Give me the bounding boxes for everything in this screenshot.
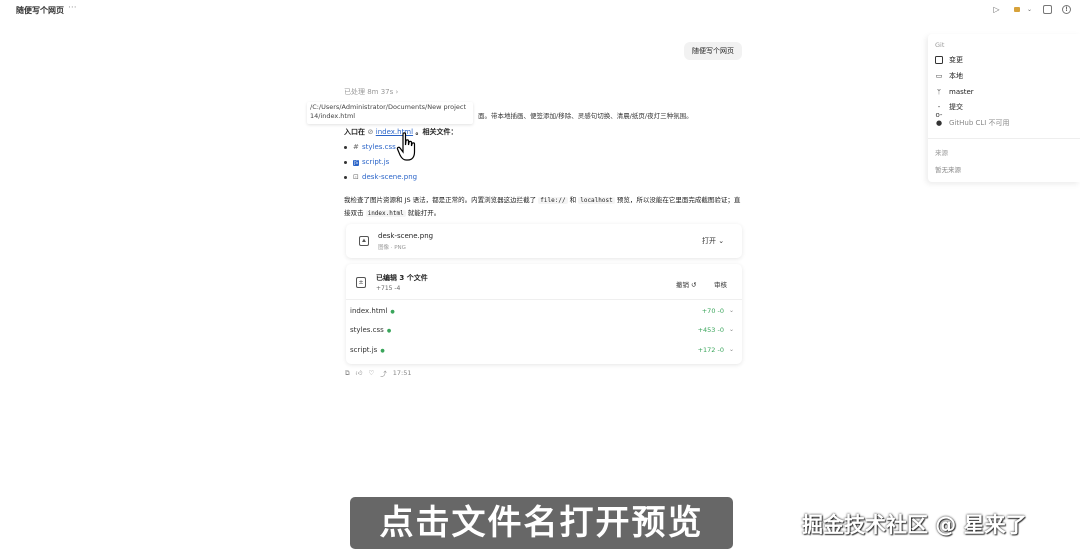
edited-file-name: index.html xyxy=(350,307,388,315)
bullet xyxy=(344,160,347,164)
git-local-label: 本地 xyxy=(949,72,963,80)
review-button[interactable]: 审核 xyxy=(714,279,727,289)
window-title: 随便写个网页 xyxy=(16,6,64,15)
git-changes-item[interactable]: 变更 xyxy=(935,54,963,66)
git-commit-item[interactable]: -o- 提交 xyxy=(935,101,963,119)
hash-icon: # xyxy=(353,143,359,151)
js-file-icon: JS xyxy=(353,160,359,166)
file-name: desk-scene.png xyxy=(362,173,418,181)
inline-code-localhost: localhost xyxy=(578,197,615,204)
panel-divider xyxy=(928,138,1080,139)
chevron-down-icon[interactable]: ⌄ xyxy=(729,346,734,353)
laptop-icon: ▭ xyxy=(935,72,943,80)
path-line-1: /C:/Users/Administrator/Documents/New pr… xyxy=(310,103,467,111)
edited-files-title: 已编辑 3 个文件 xyxy=(376,274,428,282)
modified-dot-icon: ● xyxy=(390,309,395,315)
assistant-paragraph: 我检查了图片资源和 JS 语法，都是正常的。内置浏览器这边拦截了 file://… xyxy=(344,194,744,220)
open-button[interactable]: 打开 ⌄ xyxy=(702,236,724,246)
video-subtitle: 点击文件名打开预览 xyxy=(350,497,733,549)
card-divider xyxy=(346,299,742,300)
edited-file-name: styles.css xyxy=(350,326,384,334)
edited-file-row[interactable]: script.js ● +172 -0 ⌄ xyxy=(350,346,734,358)
file-link-script-js[interactable]: JS script.js xyxy=(344,158,389,166)
share-icon[interactable]: ⤴ xyxy=(380,368,387,378)
git-section-label: Git xyxy=(935,41,945,49)
chevron-down-icon[interactable]: ⌄ xyxy=(729,326,734,333)
edited-files-card: ± 已编辑 3 个文件 +715 -4 撤销 ↺ 审核 index.html ● … xyxy=(346,264,742,364)
folder-icon[interactable] xyxy=(1014,7,1020,12)
github-cli-item: ● GitHub CLI 不可用 xyxy=(935,117,1010,129)
edited-file-row[interactable]: styles.css ● +453 -0 ⌄ xyxy=(350,326,734,338)
link-icon: ⊘ xyxy=(367,128,376,136)
watermark: 掘金技术社区 @ 星来了 xyxy=(802,513,1027,537)
path-tooltip: /C:/Users/Administrator/Documents/New pr… xyxy=(307,102,473,124)
branch-icon: ᛘ xyxy=(936,88,942,96)
git-panel: Git 变更 ▭ 本地 ᛘ master -o- 提交 ● GitHub CLI… xyxy=(928,34,1080,182)
chevron-down-icon[interactable]: ⌄ xyxy=(729,307,734,314)
diff-stat: +70 -0 xyxy=(701,307,724,315)
undo-button[interactable]: 撤销 ↺ xyxy=(676,279,697,289)
modified-dot-icon: ● xyxy=(380,348,385,354)
play-icon[interactable]: ▷ xyxy=(992,5,1001,14)
modified-dot-icon: ● xyxy=(386,328,392,334)
processed-time-toggle[interactable]: 已处理 8m 37s › xyxy=(344,87,398,97)
bullet xyxy=(344,175,347,179)
thumbs-up-icon[interactable]: 👍︎ xyxy=(356,369,363,377)
file-name: styles.css xyxy=(362,143,396,151)
entry-suffix: 。相关文件： xyxy=(415,128,458,136)
image-icon: ⛰ xyxy=(359,236,369,246)
diff-stat: +172 -0 xyxy=(697,346,724,354)
para-text-1: 我检查了图片资源和 JS 语法，都是正常的。内置浏览器这边拦截了 xyxy=(344,196,537,204)
github-cli-label: GitHub CLI 不可用 xyxy=(949,119,1010,127)
github-icon: ● xyxy=(935,119,943,127)
file-link-styles-css[interactable]: # styles.css xyxy=(344,143,396,151)
user-message-bubble: 随便写个网页 xyxy=(684,42,742,60)
hand-cursor-icon xyxy=(396,132,416,161)
source-section-label: 来源 xyxy=(935,149,948,157)
thumbs-down-icon[interactable]: ♡ xyxy=(368,369,374,377)
path-line-2: 14/index.html xyxy=(310,112,356,120)
entry-prefix: 入口在 xyxy=(344,128,365,136)
panel-toggle-icon[interactable] xyxy=(1043,5,1052,14)
changes-icon xyxy=(935,56,943,64)
intro-text: 面。带本地插画、便签添加/移除、灵感句切换、清晨/纸页/夜灯三种氛围。 xyxy=(478,112,693,120)
inline-code-file: file:// xyxy=(538,197,568,204)
edited-file-row[interactable]: index.html ● +70 -0 ⌄ xyxy=(350,307,734,319)
more-options-button[interactable]: ··· xyxy=(68,3,77,13)
diff-stat: +453 -0 xyxy=(697,326,724,334)
git-local-item[interactable]: ▭ 本地 xyxy=(935,70,963,82)
git-commit-label: 提交 xyxy=(949,103,963,111)
copy-icon[interactable]: ⧉ xyxy=(345,369,350,378)
message-time: 17:51 xyxy=(392,369,412,377)
message-actions: ⧉ 👍︎ ♡ ⤴ 17:51 xyxy=(345,368,418,379)
no-source-text: 暂无来源 xyxy=(935,166,961,174)
inline-code-index: index.html xyxy=(365,210,406,217)
attachment-meta: 图像 · PNG xyxy=(378,245,406,251)
commit-icon: -o- xyxy=(935,103,943,119)
para-text-2: 和 xyxy=(569,196,577,204)
git-branch-label: master xyxy=(949,88,974,96)
para-text-4: 就能打开。 xyxy=(407,209,441,217)
image-icon: ⊡ xyxy=(353,173,359,181)
file-diff-icon: ± xyxy=(356,277,366,288)
info-icon[interactable]: ! xyxy=(1062,5,1071,14)
bullet xyxy=(344,145,347,149)
attachment-name: desk-scene.png xyxy=(378,232,434,240)
file-name: script.js xyxy=(362,158,390,166)
edited-file-name: script.js xyxy=(350,346,378,354)
edited-files-stats: +715 -4 xyxy=(376,285,401,292)
git-branch-item[interactable]: ᛘ master xyxy=(935,86,974,98)
git-changes-label: 变更 xyxy=(949,56,963,64)
chevron-down-icon[interactable]: ⌄ xyxy=(1025,5,1034,14)
attachment-card[interactable]: ⛰ desk-scene.png 图像 · PNG 打开 ⌄ xyxy=(346,224,742,258)
file-link-desk-scene-png[interactable]: ⊡ desk-scene.png xyxy=(344,173,417,181)
